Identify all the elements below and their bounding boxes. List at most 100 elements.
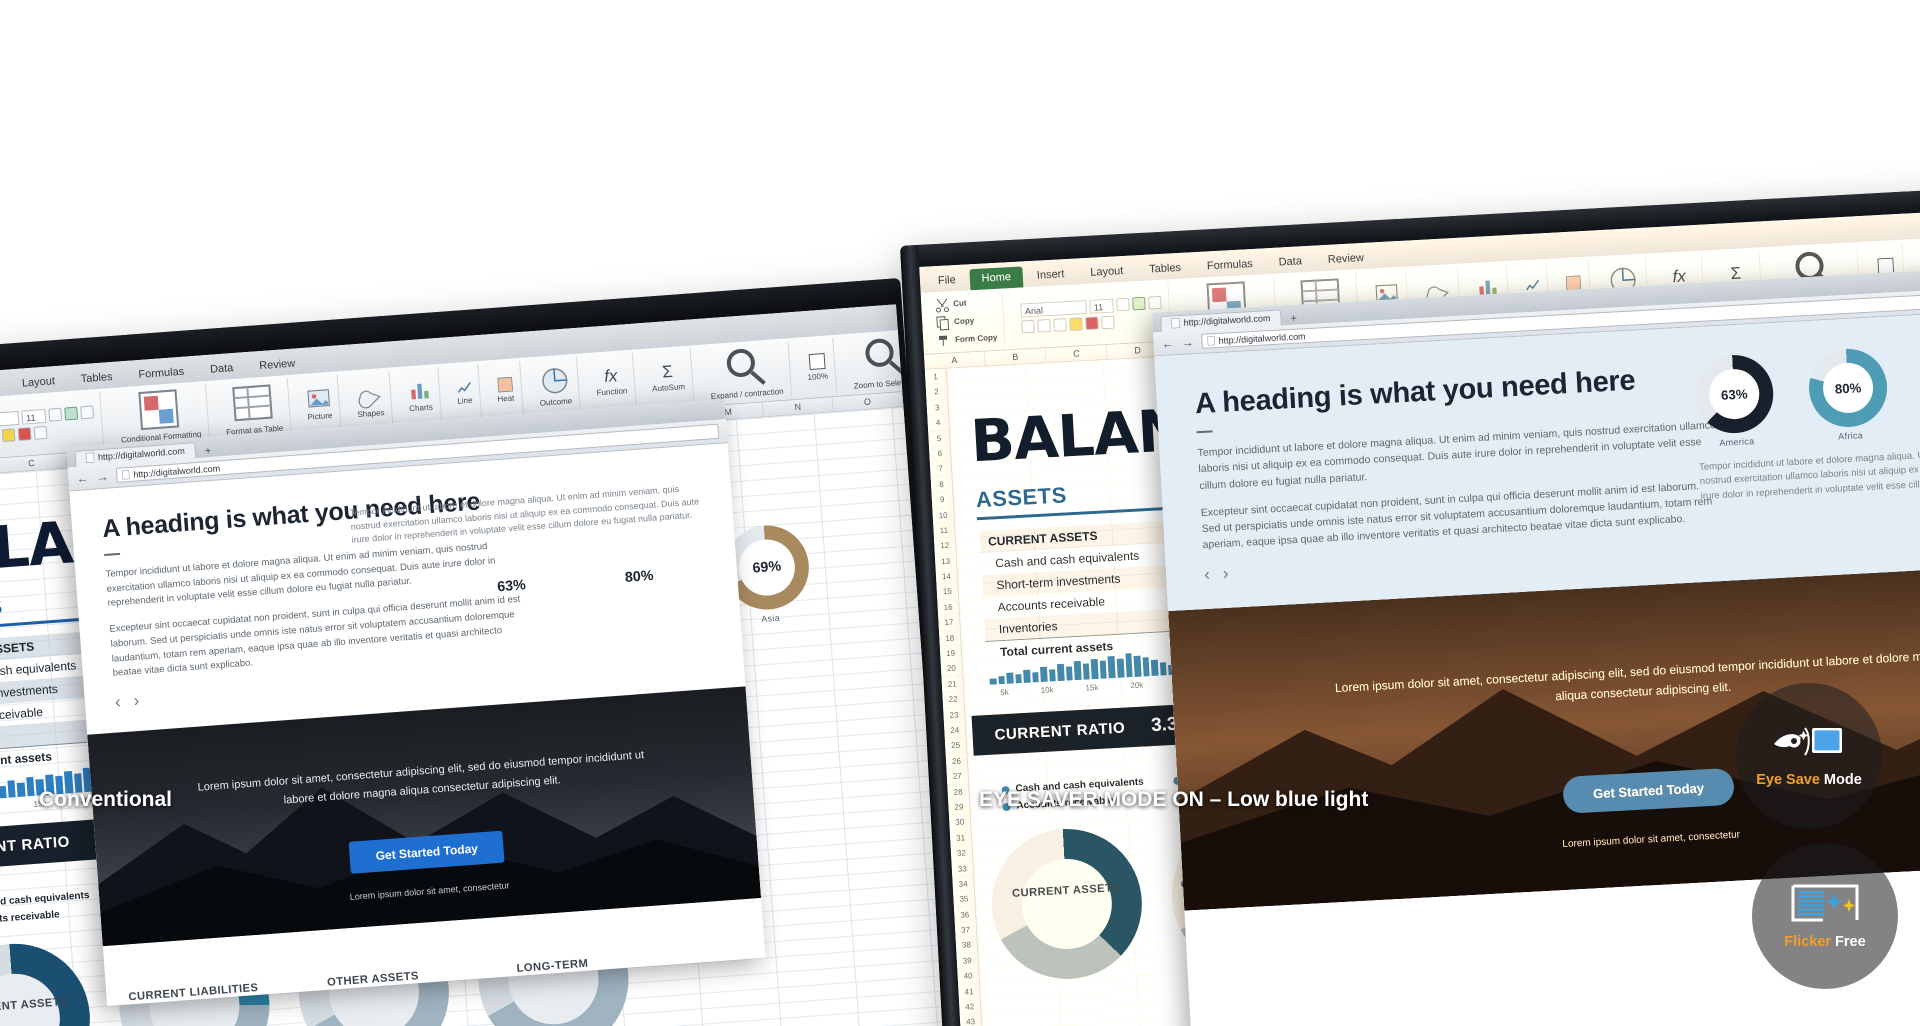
charts-group[interactable]: Charts: [399, 367, 442, 425]
align-center-icon[interactable]: [64, 406, 79, 421]
ribbon-tab-insert[interactable]: Insert: [1024, 264, 1077, 288]
row-number[interactable]: 11: [933, 522, 955, 539]
row-number[interactable]: 23: [943, 706, 965, 724]
row-number[interactable]: 42: [958, 998, 981, 1016]
wrap-text-icon[interactable]: [1101, 315, 1115, 329]
ribbon-tab-layout[interactable]: Layout: [9, 370, 67, 395]
row-number[interactable]: 39: [956, 952, 979, 970]
row-number[interactable]: 13: [934, 553, 957, 570]
row-number[interactable]: 38: [955, 937, 978, 954]
ribbon-tab-formulas[interactable]: Formulas: [1194, 253, 1265, 278]
autosum-group[interactable]: Σ AutoSum: [642, 348, 695, 407]
browser-window-left[interactable]: http://digitalworld.com + ← → http://dig…: [66, 399, 766, 1007]
ribbon-tab-data[interactable]: Data: [1266, 251, 1314, 275]
shapes-group[interactable]: Shapes: [347, 370, 394, 429]
row-number[interactable]: 26: [945, 752, 968, 770]
carousel-next-button[interactable]: ›: [133, 691, 140, 711]
align-center-icon[interactable]: [1132, 296, 1147, 311]
row-number[interactable]: 41: [958, 983, 980, 1000]
row-number[interactable]: 43: [959, 1014, 982, 1026]
align-left-icon[interactable]: [1116, 297, 1131, 312]
ribbon-tab-file[interactable]: File: [925, 269, 968, 292]
bold-icon[interactable]: [1021, 319, 1036, 334]
row-number[interactable]: 40: [957, 968, 979, 985]
ribbon-tab-tables[interactable]: Tables: [68, 366, 125, 391]
row-number[interactable]: 3: [926, 399, 949, 416]
row-number[interactable]: 4: [927, 414, 950, 432]
font-size-input[interactable]: 11: [1089, 298, 1115, 314]
row-number[interactable]: 34: [952, 875, 975, 893]
align-right-icon[interactable]: [1148, 295, 1163, 310]
row-number[interactable]: 12: [933, 537, 956, 555]
ribbon-tab-insert[interactable]: Insert: [0, 375, 9, 400]
row-number[interactable]: 19: [939, 645, 962, 662]
underline-icon[interactable]: [1053, 317, 1068, 332]
row-number[interactable]: 25: [944, 737, 967, 755]
picture-group[interactable]: Picture: [297, 374, 342, 433]
ribbon-tab-tables[interactable]: Tables: [1137, 257, 1194, 281]
ribbon-tab-data[interactable]: Data: [197, 357, 246, 381]
row-number[interactable]: 5: [928, 430, 950, 447]
row-number[interactable]: 18: [938, 629, 961, 647]
ribbon-tab-home[interactable]: Home: [969, 266, 1024, 291]
expand-contraction-group[interactable]: Expand / contraction: [700, 341, 792, 403]
ribbon-tab-layout[interactable]: Layout: [1078, 260, 1136, 284]
row-number[interactable]: 30: [948, 814, 971, 831]
carousel-next-button[interactable]: ›: [1222, 563, 1229, 583]
forward-button[interactable]: →: [1181, 335, 1194, 350]
row-number[interactable]: 35: [953, 891, 975, 908]
format-as-table-group[interactable]: Format as Table: [215, 378, 292, 439]
row-number[interactable]: 16: [937, 599, 960, 616]
row-number[interactable]: 7: [929, 460, 952, 478]
font-size-input[interactable]: 11: [21, 408, 47, 425]
row-number[interactable]: 33: [951, 860, 974, 877]
heat-group[interactable]: Heat: [487, 361, 524, 419]
fill-color-icon[interactable]: [1, 427, 16, 442]
fill-color-icon[interactable]: [1069, 316, 1084, 331]
wrap-text-icon[interactable]: [33, 425, 48, 440]
row-number[interactable]: 32: [950, 845, 973, 862]
function-label: Function: [596, 386, 628, 398]
ribbon-tab-review[interactable]: Review: [247, 353, 308, 378]
row-number[interactable]: 20: [940, 660, 963, 678]
italic-icon[interactable]: [1037, 318, 1052, 333]
font-name-input[interactable]: Arial: [1020, 299, 1088, 318]
row-number[interactable]: 2: [925, 384, 948, 401]
row-number[interactable]: 21: [941, 676, 964, 693]
row-number[interactable]: 8: [930, 476, 953, 493]
font-color-icon[interactable]: [1085, 315, 1100, 330]
row-number[interactable]: 14: [935, 568, 958, 585]
new-tab-button[interactable]: +: [198, 444, 217, 457]
row-number[interactable]: 37: [954, 921, 977, 939]
function-group[interactable]: fx Function: [586, 352, 637, 411]
row-number[interactable]: 36: [953, 906, 976, 924]
ribbon-tab-review[interactable]: Review: [1315, 247, 1376, 271]
row-number[interactable]: 15: [936, 583, 959, 601]
row-number[interactable]: 9: [931, 491, 954, 509]
row-number[interactable]: 1: [924, 368, 947, 386]
carousel-prev-button[interactable]: ‹: [1204, 564, 1211, 584]
zoom-100-group[interactable]: 100%: [797, 338, 838, 396]
carousel-prev-button[interactable]: ‹: [114, 692, 121, 712]
font-name-input[interactable]: Arial: [0, 410, 20, 430]
align-right-icon[interactable]: [80, 405, 95, 420]
back-button[interactable]: ←: [76, 470, 89, 485]
line-chart-group[interactable]: Line: [447, 364, 482, 422]
font-color-icon[interactable]: [17, 426, 32, 441]
copy-button[interactable]: Copy: [935, 311, 997, 330]
conditional-formatting-group[interactable]: Conditional Formatting: [110, 384, 210, 446]
format-painter-button[interactable]: Form Copy: [936, 329, 998, 348]
outcome-group[interactable]: Outcome: [529, 356, 581, 416]
forward-button[interactable]: →: [96, 469, 109, 484]
back-button[interactable]: ←: [1161, 336, 1174, 351]
row-number[interactable]: 10: [932, 507, 955, 524]
new-tab-button[interactable]: +: [1284, 312, 1303, 325]
align-left-icon[interactable]: [48, 407, 63, 422]
row-number[interactable]: 6: [928, 445, 951, 463]
row-number[interactable]: 24: [943, 722, 966, 739]
row-number[interactable]: 27: [946, 768, 969, 785]
row-number[interactable]: 31: [949, 829, 972, 847]
row-number[interactable]: 22: [942, 691, 965, 708]
row-number[interactable]: 17: [938, 614, 960, 632]
cut-button[interactable]: Cut: [934, 293, 996, 313]
